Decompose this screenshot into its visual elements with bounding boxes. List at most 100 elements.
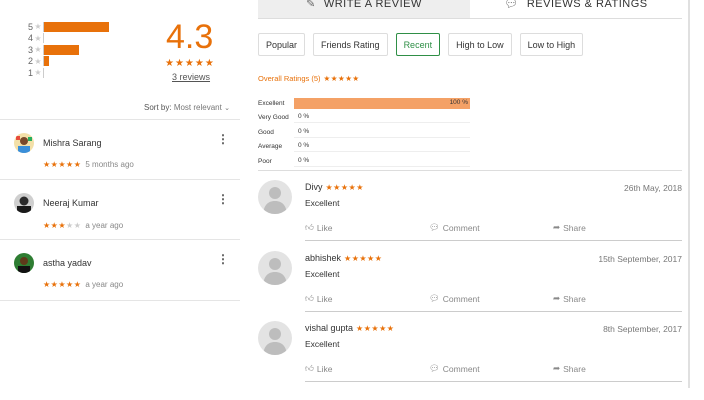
histogram-fill [44,21,109,32]
sort-by-control[interactable]: Sort by: Most relevant ⌄ [144,103,230,112]
like-label: Like [316,222,333,233]
tab-label: REVIEWS & RATINGS [526,0,648,10]
like-button[interactable]: 👍︎ Like [305,222,332,233]
divider [305,311,682,312]
comment-label: Comment [442,363,480,374]
reviewer-name[interactable]: Neeraj Kumar [43,198,99,208]
review-item: Divy ★★★★★ 26th May, 2018 Excellent 👍︎ Lik… [258,180,682,250]
review-date: 26th May, 2018 [624,183,682,193]
review-item: vishal gupta ★★★★★ 8th September, 2017 Ex… [258,321,682,391]
filter-friends-rating-button[interactable]: Friends Rating [313,33,388,56]
reviewer-line: abhishek ★★★★★ [305,253,382,263]
rating-track: 0 % [294,127,470,138]
share-icon: ➦ [553,363,561,373]
overall-ratings: Overall Ratings (5) ★★★★★ [258,74,360,83]
sort-by-label: Sort by: [144,103,172,112]
review-count-link[interactable]: 3 reviews [172,72,210,82]
review-item: abhishek ★★★★★ 15th September, 2017 Excel… [258,251,682,321]
overall-ratings-label: Overall Ratings (5) [258,74,321,83]
overall-stars: ★★★★★ [323,74,360,83]
average-stars: ★★★★★ [165,58,215,69]
reviewer-name[interactable]: abhishek [305,253,341,263]
tab-reviews-ratings[interactable]: 💬︎ REVIEWS & RATINGS [470,0,682,19]
user-avatar-image [14,253,34,273]
user-placeholder-icon [258,180,292,214]
filter-low-to-high-button[interactable]: Low to High [519,33,584,56]
like-button[interactable]: 👍︎ Like [305,293,332,304]
rating-label: Poor [258,157,272,165]
share-button[interactable]: ➦ Share [553,293,586,304]
star-icon: ★ [34,22,42,32]
rating-track: 0 % [294,141,470,153]
comment-button[interactable]: 💬︎ Comment [429,293,480,304]
review-stars: ★★★★★ 5 months ago [43,160,134,169]
rating-percent: 0 % [298,127,310,135]
reviewer-name[interactable]: vishal gupta [305,323,353,333]
comment-icon: 💬︎ [429,293,440,303]
reviewer-line: Divy ★★★★★ [305,182,364,192]
like-label: Like [316,293,333,304]
rating-label: Very Good [258,114,289,122]
rating-histogram: 5 ★ 4 ★ 3 ★ 2 ★ 1 ★ [25,21,121,79]
review-text: Excellent [305,339,340,349]
thumbs-up-icon: 👍︎ [305,363,314,373]
histogram-row-5: 5 ★ [25,21,121,33]
user-avatar-image [14,133,34,153]
comment-icon: 💬︎ [429,222,440,232]
histogram-label: 2 [27,56,33,67]
user-silhouette [263,328,287,355]
like-button[interactable]: 👍︎ Like [305,363,332,374]
filter-popular-button[interactable]: Popular [258,33,306,56]
histogram-row-4: 4 ★ [25,33,121,45]
scrollbar[interactable] [688,0,690,388]
filter-recent-button[interactable]: Recent [395,33,441,56]
google-reviews-panel: 5 ★ 4 ★ 3 ★ 2 ★ 1 ★ 4.3 ★★★★★ 3 reviews … [0,0,240,400]
user-avatar-image [14,193,34,213]
thumbs-up-icon: 👍︎ [305,222,314,232]
star-rating: ★★★★★ [43,280,82,289]
rating-row-very-good: Very Good 0 % [258,111,470,126]
share-button[interactable]: ➦ Share [553,363,586,374]
more-vert-icon[interactable]: ⋮ [217,253,229,265]
rating-row-good: Good 0 % [258,125,470,140]
comment-label: Comment [442,222,480,233]
histogram-track [43,33,121,44]
site-reviews-panel: ✎ WRITE A REVIEW 💬︎ REVIEWS & RATINGS Popu… [258,0,682,400]
share-button[interactable]: ➦ Share [553,222,586,233]
rating-breakdown: Excellent 100 % Very Good 0 % Good 0 % A… [258,96,470,169]
rating-percent: 0 % [298,156,310,164]
comment-icon: 💬︎ [429,363,440,373]
chevron-down-icon[interactable]: ⌄ [224,105,230,112]
like-label: Like [316,363,333,374]
rating-track: 100 % [294,97,470,109]
user-silhouette [263,187,287,214]
sort-by-value[interactable]: Most relevant [174,103,222,112]
reviewer-name[interactable]: Mishra Sarang [43,138,102,148]
histogram-fill [44,56,50,67]
histogram-row-3: 3 ★ [25,44,121,56]
comment-button[interactable]: 💬︎ Comment [429,363,480,374]
google-review-item: astha yadav ★★★★★ a year ago ⋮ [0,240,240,301]
star-icon: ★ [34,33,42,43]
filter-high-to-low-button[interactable]: High to Low [448,33,512,56]
avatar[interactable] [14,193,34,213]
reviewer-name[interactable]: astha yadav [43,258,92,268]
reviewer-name[interactable]: Divy [305,182,323,192]
chat-bubble-icon: 💬︎ [504,0,519,10]
histogram-track [43,56,121,67]
google-review-item: Mishra Sarang ★★★★★ 5 months ago ⋮ [0,120,240,180]
tab-write-review[interactable]: ✎ WRITE A REVIEW [258,0,470,19]
comment-label: Comment [442,293,480,304]
rating-row-poor: Poor 0 % [258,154,470,169]
rating-row-average: Average 0 % [258,140,470,155]
histogram-track [43,21,121,32]
more-vert-icon[interactable]: ⋮ [217,133,229,145]
comment-button[interactable]: 💬︎ Comment [429,222,480,233]
user-placeholder-icon [258,251,292,285]
histogram-label: 3 [27,44,33,55]
avatar[interactable] [14,133,34,153]
rating-percent: 100 % [449,98,468,106]
avatar[interactable] [14,253,34,273]
review-date: 15th September, 2017 [598,254,682,264]
more-vert-icon[interactable]: ⋮ [217,193,229,205]
